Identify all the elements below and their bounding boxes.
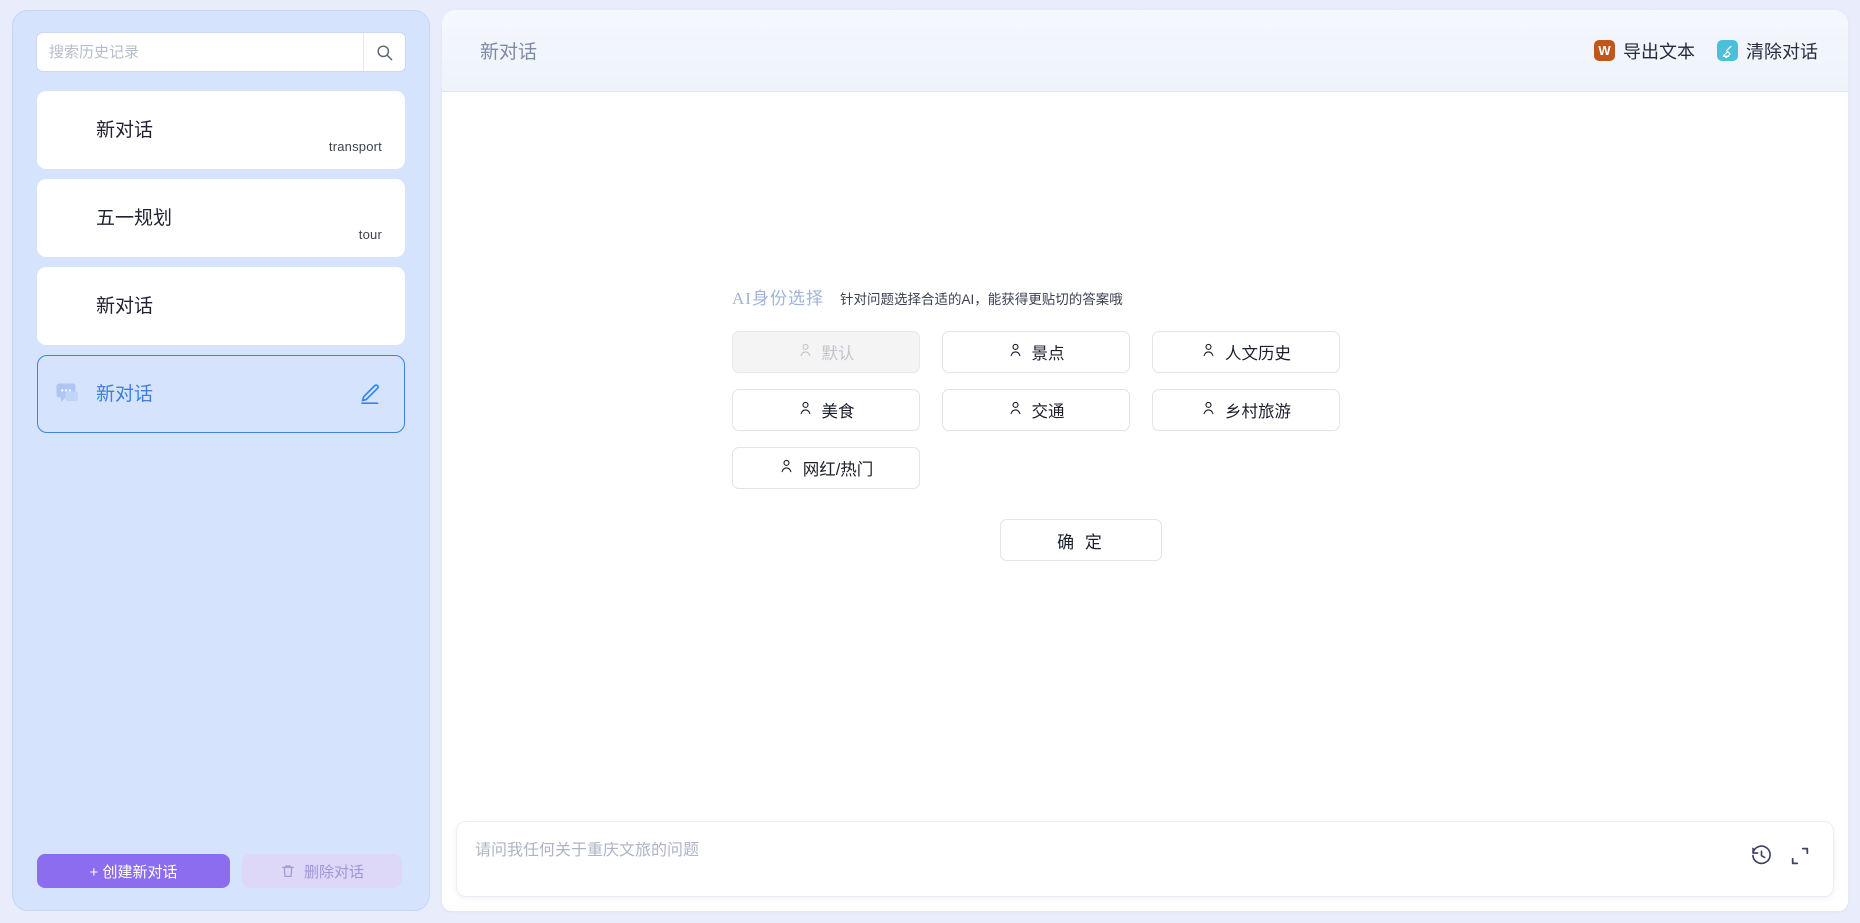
word-export-icon: W [1594,40,1615,61]
search-input[interactable] [37,33,363,71]
page-title: 新对话 [480,37,537,64]
sidebar: 新对话 transport 五一规划 tour 新对话 新对话 [12,10,430,911]
main-header: 新对话 W 导出文本 清除对话 [442,10,1848,92]
main-panel: 新对话 W 导出文本 清除对话 AI身份选择 [442,10,1848,911]
ai-identity-subtitle: 针对问题选择合适的AI，能获得更贴切的答案哦 [840,288,1123,308]
role-button-rural-tourism[interactable]: 乡村旅游 [1152,389,1340,431]
conversation-title: 新对话 [96,294,153,320]
export-text-button[interactable]: W 导出文本 [1594,38,1695,64]
person-icon [798,342,813,363]
confirm-button[interactable]: 确 定 [1000,519,1162,561]
person-icon [1201,400,1216,421]
conversation-title: 新对话 [96,382,153,408]
ai-identity-panel: AI身份选择 针对问题选择合适的AI，能获得更贴切的答案哦 默认 [710,284,1430,561]
conversation-tag: transport [329,139,382,154]
role-button-influencer-hot[interactable]: 网红/热门 [732,447,920,489]
create-conversation-button[interactable]: + 创建新对话 [37,854,230,888]
delete-conversation-button[interactable]: 删除对话 [242,854,402,888]
person-icon [1008,342,1023,363]
export-text-label: 导出文本 [1623,38,1695,64]
conversation-list[interactable]: 新对话 transport 五一规划 tour 新对话 新对话 [37,91,405,840]
person-icon [779,458,794,479]
clear-conversation-label: 清除对话 [1746,38,1818,64]
chat-bubble-icon [56,383,84,407]
role-button-scenic[interactable]: 景点 [942,331,1130,373]
role-label: 人文历史 [1225,340,1291,364]
search-icon [375,43,394,62]
trash-icon [280,863,296,879]
search-button[interactable] [363,33,405,71]
ai-identity-header: AI身份选择 针对问题选择合适的AI，能获得更贴切的答案哦 [710,284,1430,309]
ai-identity-title: AI身份选择 [732,284,824,309]
role-button-transport[interactable]: 交通 [942,389,1130,431]
list-item[interactable]: 新对话 transport [37,91,405,169]
person-icon [1201,342,1216,363]
sidebar-footer: + 创建新对话 删除对话 [37,840,405,910]
expand-icon[interactable] [1789,845,1811,867]
role-label: 网红/热门 [803,456,874,480]
conversation-title: 五一规划 [96,206,172,232]
role-label: 乡村旅游 [1225,398,1291,422]
composer-area [442,813,1848,911]
conversation-tag: tour [359,227,382,242]
list-item[interactable]: 新对话 [37,267,405,345]
confirm-row: 确 定 [710,519,1430,561]
role-button-grid: 默认 景点 [710,331,1430,489]
composer [456,821,1834,897]
list-item[interactable]: 五一规划 tour [37,179,405,257]
broom-clear-icon [1717,40,1738,61]
search-bar [37,33,405,71]
role-button-culture-history[interactable]: 人文历史 [1152,331,1340,373]
role-label: 美食 [822,398,855,422]
header-actions: W 导出文本 清除对话 [1594,38,1818,64]
role-button-food[interactable]: 美食 [732,389,920,431]
role-button-default[interactable]: 默认 [732,331,920,373]
composer-tools [1750,844,1811,867]
edit-pencil-icon[interactable] [358,382,382,411]
role-label: 交通 [1032,398,1065,422]
role-label: 默认 [822,340,855,364]
clear-conversation-button[interactable]: 清除对话 [1717,38,1818,64]
person-icon [1008,400,1023,421]
role-label: 景点 [1032,340,1065,364]
person-icon [798,400,813,421]
delete-conversation-label: 删除对话 [304,861,364,882]
main-body: AI身份选择 针对问题选择合适的AI，能获得更贴切的答案哦 默认 [442,92,1848,813]
message-input[interactable] [475,842,1703,860]
history-icon[interactable] [1750,844,1773,867]
list-item-selected[interactable]: 新对话 [37,355,405,433]
conversation-title: 新对话 [96,118,153,144]
